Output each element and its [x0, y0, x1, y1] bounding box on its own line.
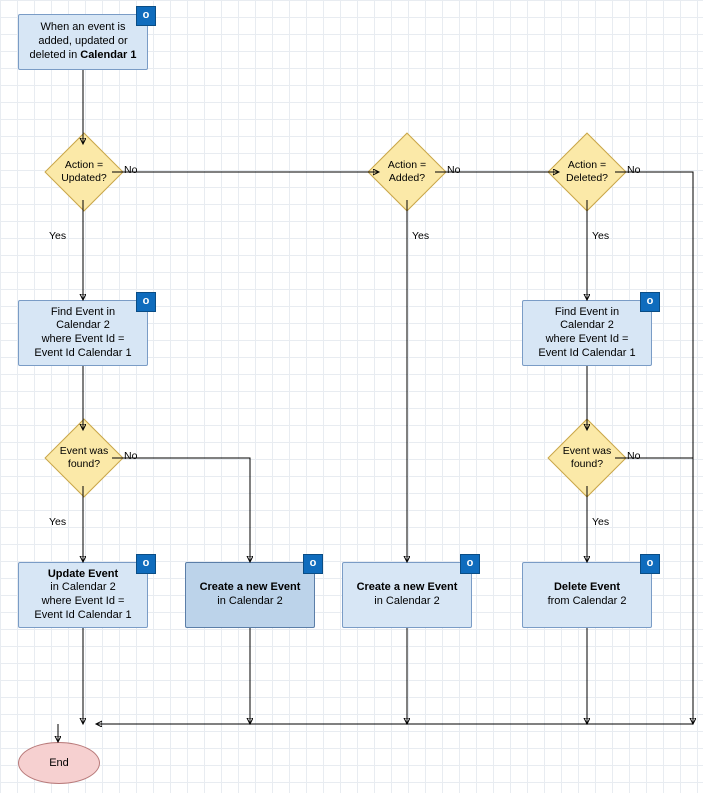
edge-label-yes: Yes — [592, 230, 609, 242]
decision-found-left-label: Event wasfound? — [54, 445, 114, 470]
start-node: When an event isadded, updated ordeleted… — [18, 14, 148, 70]
create-event-node-1: Create a new Eventin Calendar 2 o — [185, 562, 315, 628]
edge-label-no: No — [627, 450, 640, 462]
outlook-icon: o — [640, 292, 660, 312]
find-event-left: Find Event inCalendar 2where Event Id =E… — [18, 300, 148, 366]
update-event-node: Update Eventin Calendar 2where Event Id … — [18, 562, 148, 628]
find-event-left-text: Find Event inCalendar 2where Event Id =E… — [34, 306, 131, 361]
edge-label-no: No — [627, 164, 640, 176]
flowchart-canvas: When an event isadded, updated ordeleted… — [0, 0, 703, 793]
decision-found-right-label: Event wasfound? — [557, 445, 617, 470]
edge-label-no: No — [447, 164, 460, 176]
outlook-icon: o — [303, 554, 323, 574]
end-node-text: End — [49, 757, 69, 769]
outlook-icon: o — [136, 292, 156, 312]
edge-label-no: No — [124, 450, 137, 462]
decision-added-label: Action =Added? — [382, 159, 432, 184]
update-event-text: Update Eventin Calendar 2where Event Id … — [34, 568, 131, 623]
outlook-icon: o — [460, 554, 480, 574]
start-node-text: When an event isadded, updated ordeleted… — [29, 21, 136, 62]
outlook-icon: o — [640, 554, 660, 574]
outlook-icon: o — [136, 6, 156, 26]
find-event-right-text: Find Event inCalendar 2where Event Id =E… — [538, 306, 635, 361]
create-event-2-text: Create a new Eventin Calendar 2 — [357, 581, 458, 609]
decision-found-right: Event wasfound? — [547, 418, 627, 498]
end-node: End — [18, 742, 100, 784]
edge-label-yes: Yes — [49, 230, 66, 242]
edge-label-yes: Yes — [412, 230, 429, 242]
decision-updated: Action =Updated? — [44, 132, 124, 212]
edge-label-yes: Yes — [592, 516, 609, 528]
decision-deleted: Action =Deleted? — [547, 132, 627, 212]
decision-deleted-label: Action =Deleted? — [560, 159, 614, 184]
outlook-icon: o — [136, 554, 156, 574]
edge-label-no: No — [124, 164, 137, 176]
delete-event-node: Delete Eventfrom Calendar 2 o — [522, 562, 652, 628]
find-event-right: Find Event inCalendar 2where Event Id =E… — [522, 300, 652, 366]
decision-added: Action =Added? — [367, 132, 447, 212]
create-event-node-2: Create a new Eventin Calendar 2 o — [342, 562, 472, 628]
delete-event-text: Delete Eventfrom Calendar 2 — [548, 581, 627, 609]
create-event-1-text: Create a new Eventin Calendar 2 — [200, 581, 301, 609]
decision-found-left: Event wasfound? — [44, 418, 124, 498]
flowchart-arrows — [0, 0, 703, 793]
decision-updated-label: Action =Updated? — [55, 159, 113, 184]
edge-label-yes: Yes — [49, 516, 66, 528]
